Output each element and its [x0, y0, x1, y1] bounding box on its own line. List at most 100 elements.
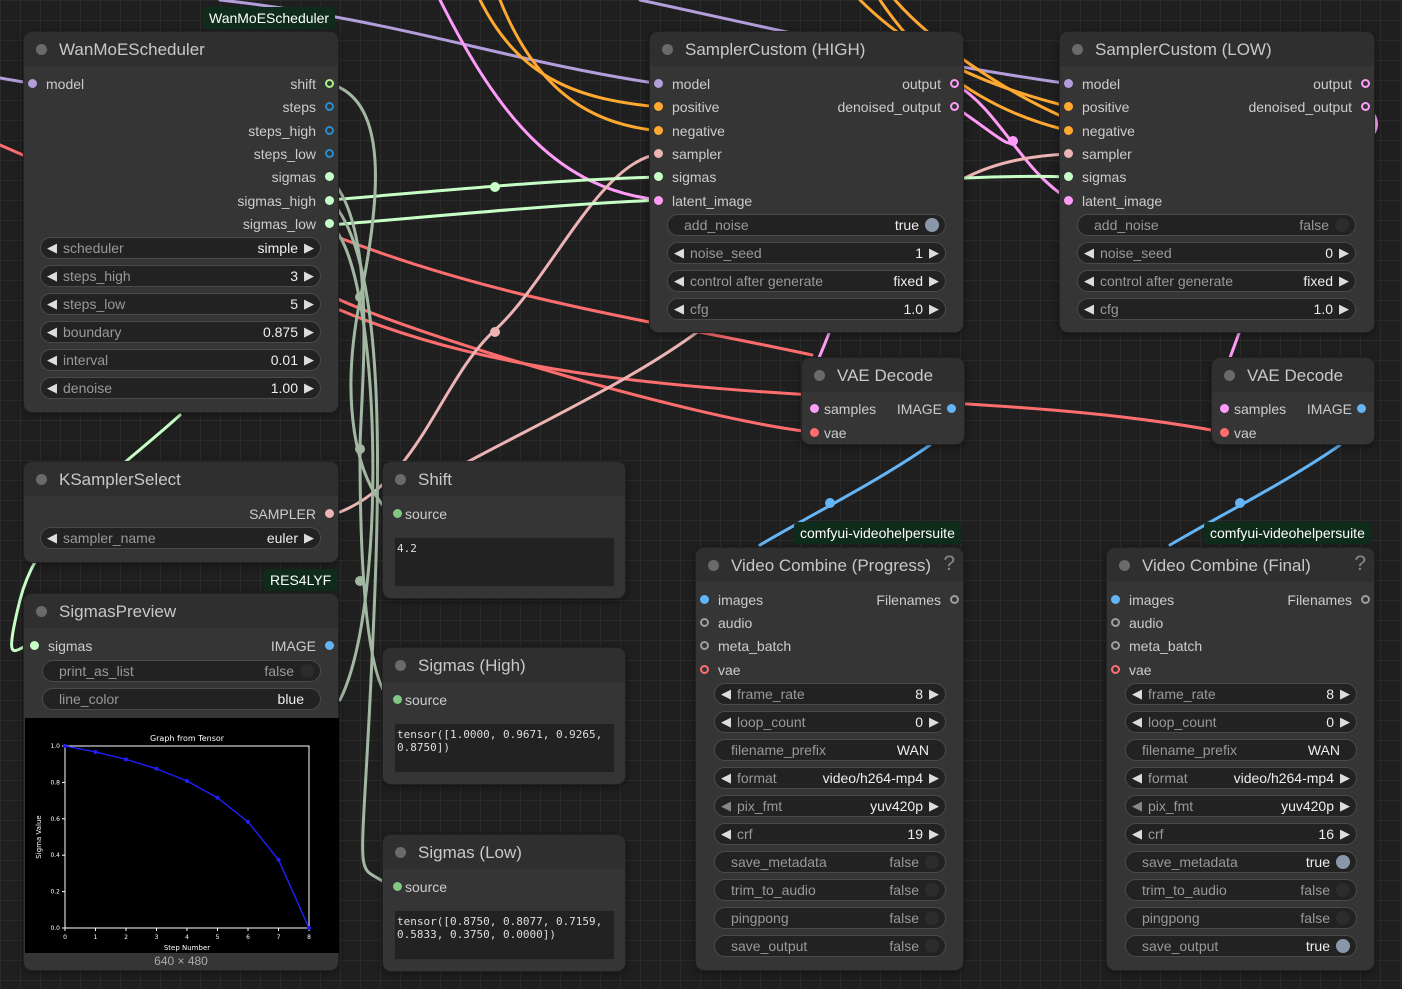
- socket-icon[interactable]: [654, 149, 663, 158]
- arrow-left-icon[interactable]: ◀: [674, 273, 684, 289]
- arrow-left-icon[interactable]: ◀: [47, 530, 57, 546]
- input-slot-sigmas[interactable]: sigmas: [30, 637, 92, 655]
- arrow-right-icon[interactable]: ▶: [929, 273, 939, 289]
- toggle-widget-add-noise[interactable]: add_noise false: [1077, 214, 1356, 236]
- node-title-bar[interactable]: VAE Decode: [1212, 358, 1374, 392]
- socket-icon[interactable]: [393, 882, 402, 891]
- node-title-bar[interactable]: Shift: [383, 462, 625, 496]
- combo-widget-scheduler[interactable]: ◀ scheduler simple ▶: [40, 237, 321, 259]
- sampler-custom-low-node[interactable]: SamplerCustom (LOW) model positive negat…: [1060, 32, 1374, 332]
- socket-icon[interactable]: [1357, 404, 1366, 413]
- output-slot-image[interactable]: IMAGE: [897, 400, 956, 418]
- arrow-right-icon[interactable]: ▶: [929, 245, 939, 261]
- arrow-right-icon[interactable]: ▶: [929, 798, 939, 814]
- vae-decode-node-final[interactable]: VAE Decode samples vae IMAGE: [1212, 358, 1374, 444]
- socket-icon[interactable]: [1361, 102, 1370, 111]
- arrow-right-icon[interactable]: ▶: [929, 714, 939, 730]
- socket-icon[interactable]: [700, 595, 709, 604]
- arrow-left-icon[interactable]: ◀: [47, 296, 57, 312]
- toggle-knob-icon[interactable]: [1336, 939, 1350, 953]
- collapse-dot-icon[interactable]: [36, 606, 47, 617]
- output-slot-sigmas-low[interactable]: sigmas_low: [243, 215, 334, 233]
- collapse-dot-icon[interactable]: [662, 44, 673, 55]
- sigmas-low-display-node[interactable]: Sigmas (Low) source tensor([0.8750, 0.80…: [383, 835, 625, 971]
- socket-icon[interactable]: [1361, 79, 1370, 88]
- output-slot-image[interactable]: IMAGE: [1307, 400, 1366, 418]
- node-title-bar[interactable]: WanMoEScheduler: [24, 32, 338, 66]
- output-slot-sigmas-high[interactable]: sigmas_high: [237, 192, 334, 210]
- sampler-custom-high-node[interactable]: SamplerCustom (HIGH) model positive nega…: [650, 32, 963, 332]
- toggle-widget-pingpong[interactable]: pingpong false: [714, 907, 946, 929]
- node-title-bar[interactable]: KSamplerSelect: [24, 462, 338, 496]
- number-widget-frame-rate[interactable]: ◀ frame_rate 8 ▶: [1125, 683, 1357, 705]
- input-slot-images[interactable]: images: [700, 591, 763, 609]
- socket-icon[interactable]: [1064, 196, 1073, 205]
- socket-icon[interactable]: [393, 509, 402, 518]
- help-icon[interactable]: ?: [943, 552, 955, 576]
- arrow-right-icon[interactable]: ▶: [304, 296, 314, 312]
- output-slot-filenames[interactable]: Filenames: [876, 591, 959, 609]
- arrow-right-icon[interactable]: ▶: [1339, 301, 1349, 317]
- wanmoe-scheduler-node[interactable]: WanMoEScheduler model shift steps steps_…: [24, 32, 338, 412]
- output-slot-sampler[interactable]: SAMPLER: [249, 505, 334, 523]
- toggle-knob-icon[interactable]: [300, 664, 314, 678]
- arrow-right-icon[interactable]: ▶: [1340, 826, 1350, 842]
- socket-icon[interactable]: [1111, 618, 1120, 627]
- socket-icon[interactable]: [325, 196, 334, 205]
- number-widget-cfg[interactable]: ◀ cfg 1.0 ▶: [667, 298, 946, 320]
- arrow-left-icon[interactable]: ◀: [721, 714, 731, 730]
- ksampler-select-node[interactable]: KSamplerSelect SAMPLER ◀ sampler_name eule…: [24, 462, 338, 562]
- input-slot-source[interactable]: source: [393, 505, 447, 523]
- combo-widget-format[interactable]: ◀ format video/h264-mp4 ▶: [1125, 767, 1357, 789]
- arrow-left-icon[interactable]: ◀: [47, 324, 57, 340]
- socket-icon[interactable]: [1220, 428, 1229, 437]
- socket-icon[interactable]: [393, 695, 402, 704]
- toggle-knob-icon[interactable]: [925, 883, 939, 897]
- socket-icon[interactable]: [325, 79, 334, 88]
- socket-icon[interactable]: [325, 219, 334, 228]
- arrow-right-icon[interactable]: ▶: [304, 240, 314, 256]
- text-widget-filename-prefix[interactable]: filename_prefix WAN: [714, 739, 946, 761]
- output-slot-steps[interactable]: steps: [283, 98, 334, 116]
- collapse-dot-icon[interactable]: [36, 474, 47, 485]
- number-widget-cfg[interactable]: ◀ cfg 1.0 ▶: [1077, 298, 1356, 320]
- number-widget-noise-seed[interactable]: ◀ noise_seed 1 ▶: [667, 242, 946, 264]
- arrow-right-icon[interactable]: ▶: [1340, 770, 1350, 786]
- socket-icon[interactable]: [1111, 595, 1120, 604]
- node-title-bar[interactable]: VAE Decode: [802, 358, 964, 392]
- input-slot-vae[interactable]: vae: [1220, 424, 1257, 442]
- input-slot-negative[interactable]: negative: [654, 122, 725, 140]
- display-text-area[interactable]: 4.2: [394, 537, 615, 587]
- socket-icon[interactable]: [654, 126, 663, 135]
- socket-icon[interactable]: [654, 172, 663, 181]
- arrow-right-icon[interactable]: ▶: [304, 380, 314, 396]
- socket-icon[interactable]: [1111, 641, 1120, 650]
- toggle-widget-print-as-list[interactable]: print_as_list false: [42, 660, 321, 682]
- arrow-left-icon[interactable]: ◀: [47, 268, 57, 284]
- arrow-right-icon[interactable]: ▶: [304, 352, 314, 368]
- text-widget-filename-prefix[interactable]: filename_prefix WAN: [1125, 739, 1357, 761]
- input-slot-vae[interactable]: vae: [1111, 661, 1152, 679]
- socket-icon[interactable]: [654, 102, 663, 111]
- number-widget-frame-rate[interactable]: ◀ frame_rate 8 ▶: [714, 683, 946, 705]
- arrow-right-icon[interactable]: ▶: [1339, 273, 1349, 289]
- node-title-bar[interactable]: SigmasPreview: [24, 594, 338, 628]
- socket-icon[interactable]: [325, 172, 334, 181]
- socket-icon[interactable]: [1064, 172, 1073, 181]
- input-slot-latent-image[interactable]: latent_image: [654, 192, 752, 210]
- arrow-left-icon[interactable]: ◀: [1084, 273, 1094, 289]
- output-slot-steps-high[interactable]: steps_high: [248, 122, 334, 140]
- vae-decode-node-progress[interactable]: VAE Decode samples vae IMAGE: [802, 358, 964, 444]
- toggle-knob-icon[interactable]: [1335, 218, 1349, 232]
- collapse-dot-icon[interactable]: [814, 370, 825, 381]
- arrow-left-icon[interactable]: ◀: [47, 380, 57, 396]
- socket-icon[interactable]: [700, 641, 709, 650]
- output-slot-sigmas[interactable]: sigmas: [272, 168, 334, 186]
- toggle-knob-icon[interactable]: [1336, 855, 1350, 869]
- combo-widget-pix-fmt[interactable]: ◀ pix_fmt yuv420p ▶: [1125, 795, 1357, 817]
- toggle-widget-save-output[interactable]: save_output true: [1125, 935, 1357, 957]
- input-slot-negative[interactable]: negative: [1064, 122, 1135, 140]
- socket-icon[interactable]: [1220, 404, 1229, 413]
- sigmas-high-display-node[interactable]: Sigmas (High) source tensor([1.0000, 0.9…: [383, 648, 625, 784]
- socket-icon[interactable]: [700, 665, 709, 674]
